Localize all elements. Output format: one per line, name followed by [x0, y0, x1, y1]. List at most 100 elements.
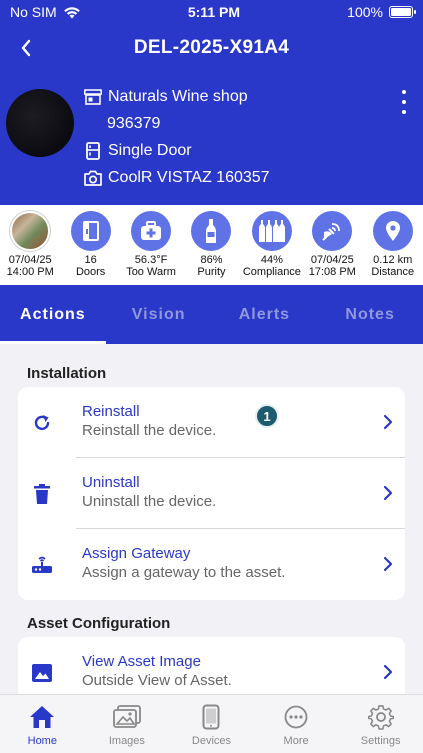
stat-label: 14:00 PM: [6, 266, 54, 278]
nav-label: Devices: [191, 735, 232, 747]
action-title: Reinstall: [82, 403, 140, 420]
stat-value: 16: [84, 254, 97, 266]
location-icon: [372, 211, 413, 251]
door-icon: [70, 211, 111, 251]
phone-icon: [197, 703, 225, 731]
tab-actions[interactable]: Actions: [0, 285, 106, 344]
store-photo-thumbnail: [10, 211, 51, 251]
nav-label: Settings: [360, 735, 401, 747]
door-type: Single Door: [108, 142, 192, 159]
stat-last-visit[interactable]: 07/04/25 14:00 PM: [0, 205, 60, 285]
clock: 5:11 PM: [187, 4, 240, 20]
action-view-asset-image[interactable]: View Asset Image Outside View of Asset.: [18, 637, 405, 694]
bottles-icon: [251, 211, 292, 251]
back-button[interactable]: [12, 34, 40, 62]
image-icon: [30, 661, 54, 685]
nav-label: Home: [27, 735, 57, 747]
fridge-icon: [84, 142, 102, 160]
carrier-label: No SIM: [10, 4, 57, 20]
store-icon: [84, 88, 102, 106]
nav-label: Images: [108, 735, 145, 747]
store-code: 936379: [107, 115, 161, 132]
stat-doors[interactable]: 16 Doors: [60, 205, 120, 285]
installation-card: Reinstall Reinstall the device. 1 Uninst…: [18, 387, 405, 600]
battery-icon: [388, 6, 416, 18]
section-title-installation: Installation: [27, 365, 107, 382]
chevron-right-icon: [383, 414, 393, 430]
action-title: View Asset Image: [82, 653, 201, 670]
nav-home[interactable]: Home: [0, 695, 85, 753]
action-subtitle: Reinstall the device.: [82, 422, 217, 439]
action-subtitle: Outside View of Asset.: [82, 672, 232, 689]
stat-compliance[interactable]: 44% Compliance: [242, 205, 302, 285]
home-icon: [28, 703, 56, 731]
first-aid-icon: [131, 211, 172, 251]
actions-content: Installation Reinstall Reinstall the dev…: [0, 344, 423, 694]
stat-label: Doors: [75, 266, 106, 278]
nav-devices[interactable]: Devices: [169, 695, 254, 753]
action-subtitle: Assign a gateway to the asset.: [82, 564, 286, 581]
action-uninstall[interactable]: Uninstall Uninstall the device.: [18, 458, 405, 529]
asset-header: Naturals Wine shop 936379 Single Door Co…: [0, 72, 423, 205]
door-type-row: Single Door: [84, 142, 192, 160]
more-icon: [282, 703, 310, 731]
tab-alerts[interactable]: Alerts: [212, 285, 318, 344]
asset-configuration-card: View Asset Image Outside View of Asset.: [18, 637, 405, 694]
chevron-right-icon: [383, 485, 393, 501]
satellite-icon: [312, 211, 353, 251]
stat-temperature[interactable]: 56.3°F Too Warm: [121, 205, 181, 285]
stat-label: 17:08 PM: [308, 266, 356, 278]
page-title: DEL-2025-X91A4: [133, 37, 290, 58]
stat-value: 0.12 km: [373, 254, 413, 266]
stat-value: 07/04/25: [8, 254, 52, 266]
stat-last-ping[interactable]: 07/04/25 17:08 PM: [302, 205, 362, 285]
chevron-left-icon: [21, 39, 31, 57]
device-name: CoolR VISTAZ 160357: [108, 169, 270, 186]
stat-purity[interactable]: 86% Purity: [181, 205, 241, 285]
trash-icon: [30, 482, 54, 506]
section-title-asset-configuration: Asset Configuration: [27, 615, 171, 632]
refresh-icon: [30, 411, 54, 435]
asset-photo[interactable]: [6, 89, 74, 157]
chevron-right-icon: [383, 664, 393, 680]
tab-notes[interactable]: Notes: [317, 285, 423, 344]
stat-label: Purity: [197, 266, 226, 278]
stat-distance[interactable]: 0.12 km Distance: [363, 205, 423, 285]
action-reinstall[interactable]: Reinstall Reinstall the device. 1: [18, 387, 405, 458]
nav-bar: DEL-2025-X91A4: [0, 24, 423, 72]
stats-strip: 07/04/25 14:00 PM 16 Doors 56.3°F Too Wa…: [0, 205, 423, 285]
stat-value: 44%: [260, 254, 283, 266]
bottle-icon: [191, 211, 232, 251]
device-row: CoolR VISTAZ 160357: [84, 169, 270, 187]
bottom-navigation: Home Images Devices More Settings: [0, 694, 423, 753]
nav-label: More: [283, 735, 309, 747]
battery-percent: 100%: [347, 4, 383, 20]
tab-bar: Actions Vision Alerts Notes: [0, 285, 423, 344]
tab-vision[interactable]: Vision: [106, 285, 212, 344]
stat-value: 07/04/25: [310, 254, 354, 266]
stat-label: Too Warm: [126, 266, 176, 278]
store-name: Naturals Wine shop: [108, 88, 248, 105]
nav-more[interactable]: More: [254, 695, 339, 753]
status-bar: No SIM 5:11 PM 100%: [0, 0, 423, 24]
camera-icon: [84, 169, 102, 187]
router-icon: [30, 553, 54, 577]
nav-settings[interactable]: Settings: [338, 695, 423, 753]
store-name-row: Naturals Wine shop: [84, 88, 248, 106]
nav-images[interactable]: Images: [85, 695, 170, 753]
store-code-row: 936379: [107, 115, 160, 133]
step-badge: 1: [255, 404, 279, 428]
more-options-button[interactable]: [399, 90, 409, 114]
gear-icon: [367, 703, 395, 731]
action-title: Uninstall: [82, 474, 140, 491]
action-subtitle: Uninstall the device.: [82, 493, 217, 510]
action-title: Assign Gateway: [82, 545, 191, 562]
stat-value: 86%: [200, 254, 223, 266]
chevron-right-icon: [383, 556, 393, 572]
wifi-icon: [63, 6, 80, 18]
action-assign-gateway[interactable]: Assign Gateway Assign a gateway to the a…: [18, 529, 405, 600]
stat-label: Distance: [371, 266, 415, 278]
stat-value: 56.3°F: [134, 254, 168, 266]
images-icon: [112, 703, 141, 731]
stat-label: Compliance: [242, 266, 301, 278]
